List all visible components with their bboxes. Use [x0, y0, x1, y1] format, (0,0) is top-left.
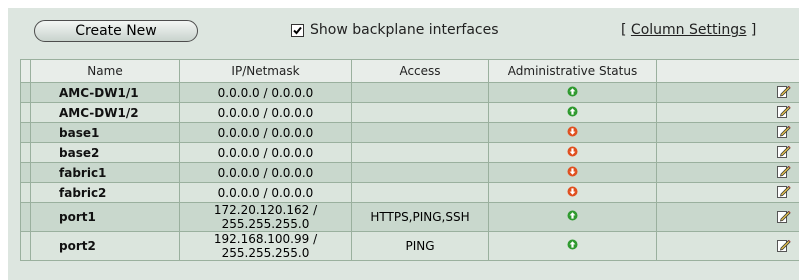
status-up-icon[interactable] [567, 86, 578, 100]
toolbar: Create New Show backplane interfaces [ C… [8, 8, 799, 50]
header-access[interactable]: Access [351, 59, 489, 83]
row-spacer-cell [20, 102, 31, 123]
column-settings: [ Column Settings ] [621, 22, 756, 38]
edit-cell [656, 202, 799, 232]
interface-name: base1 [30, 122, 180, 143]
interface-access [351, 122, 489, 143]
row-spacer-cell [20, 162, 31, 183]
interface-access [351, 102, 489, 123]
status-down-icon[interactable] [567, 166, 578, 180]
show-backplane-checkbox[interactable]: Show backplane interfaces [291, 22, 499, 38]
interface-name: base2 [30, 142, 180, 163]
admin-status-cell [488, 182, 657, 203]
admin-status-cell [488, 142, 657, 163]
edit-cell [656, 142, 799, 163]
table-row[interactable]: fabric2 0.0.0.0 / 0.0.0.0 [20, 182, 799, 203]
table-header-row: Name IP/Netmask Access Administrative St… [20, 59, 799, 83]
interface-access: PING [351, 231, 489, 261]
interface-access [351, 82, 489, 103]
interface-ip-netmask: 0.0.0.0 / 0.0.0.0 [179, 182, 352, 203]
row-spacer-cell [20, 202, 31, 232]
interface-ip-netmask: 0.0.0.0 / 0.0.0.0 [179, 102, 352, 123]
table-row[interactable]: port2 192.168.100.99 / 255.255.255.0 PIN… [20, 231, 799, 261]
row-spacer-cell [20, 142, 31, 163]
status-down-icon[interactable] [567, 146, 578, 160]
interfaces-panel: Create New Show backplane interfaces [ C… [8, 8, 799, 280]
interface-name: AMC-DW1/2 [30, 102, 180, 123]
status-up-icon[interactable] [567, 210, 578, 224]
edit-icon[interactable] [777, 164, 791, 181]
interface-access [351, 142, 489, 163]
status-up-icon[interactable] [567, 239, 578, 253]
create-new-button[interactable]: Create New [34, 20, 198, 42]
status-down-icon[interactable] [567, 186, 578, 200]
interface-ip-netmask: 0.0.0.0 / 0.0.0.0 [179, 162, 352, 183]
row-spacer-cell [20, 82, 31, 103]
interface-ip-netmask: 0.0.0.0 / 0.0.0.0 [179, 82, 352, 103]
edit-icon[interactable] [777, 238, 791, 255]
interfaces-table-wrap: Name IP/Netmask Access Administrative St… [20, 59, 799, 261]
edit-cell [656, 182, 799, 203]
edit-cell [656, 82, 799, 103]
interface-name: fabric2 [30, 182, 180, 203]
header-name[interactable]: Name [30, 59, 180, 83]
status-down-icon[interactable] [567, 126, 578, 140]
admin-status-cell [488, 202, 657, 232]
interface-name: AMC-DW1/1 [30, 82, 180, 103]
edit-icon[interactable] [777, 84, 791, 101]
edit-icon[interactable] [777, 104, 791, 121]
interface-name: port1 [30, 202, 180, 232]
column-settings-open-bracket: [ [621, 22, 631, 38]
admin-status-cell [488, 102, 657, 123]
interface-access: HTTPS,PING,SSH [351, 202, 489, 232]
interface-name: port2 [30, 231, 180, 261]
interface-ip-netmask: 0.0.0.0 / 0.0.0.0 [179, 142, 352, 163]
table-row[interactable]: AMC-DW1/1 0.0.0.0 / 0.0.0.0 [20, 82, 799, 103]
header-ip-netmask[interactable]: IP/Netmask [179, 59, 352, 83]
interface-ip-netmask: 192.168.100.99 / 255.255.255.0 [179, 231, 352, 261]
interfaces-table: Name IP/Netmask Access Administrative St… [20, 59, 799, 261]
interface-access [351, 162, 489, 183]
show-backplane-label: Show backplane interfaces [310, 22, 499, 38]
column-settings-link[interactable]: Column Settings [631, 22, 747, 38]
interface-access [351, 182, 489, 203]
interface-ip-netmask: 172.20.120.162 / 255.255.255.0 [179, 202, 352, 232]
edit-icon[interactable] [777, 209, 791, 226]
admin-status-cell [488, 122, 657, 143]
interface-ip-netmask: 0.0.0.0 / 0.0.0.0 [179, 122, 352, 143]
status-up-icon[interactable] [567, 106, 578, 120]
table-row[interactable]: AMC-DW1/2 0.0.0.0 / 0.0.0.0 [20, 102, 799, 123]
edit-cell [656, 102, 799, 123]
edit-cell [656, 162, 799, 183]
row-spacer-cell [20, 231, 31, 261]
checkbox-checked-icon[interactable] [291, 23, 304, 37]
edit-cell [656, 122, 799, 143]
admin-status-cell [488, 231, 657, 261]
table-row[interactable]: port1 172.20.120.162 / 255.255.255.0 HTT… [20, 202, 799, 232]
table-row[interactable]: base1 0.0.0.0 / 0.0.0.0 [20, 122, 799, 143]
edit-cell [656, 231, 799, 261]
header-spacer [20, 59, 31, 83]
edit-icon[interactable] [777, 124, 791, 141]
interface-name: fabric1 [30, 162, 180, 183]
admin-status-cell [488, 162, 657, 183]
header-admin-status[interactable]: Administrative Status [488, 59, 657, 83]
edit-icon[interactable] [777, 184, 791, 201]
table-row[interactable]: base2 0.0.0.0 / 0.0.0.0 [20, 142, 799, 163]
row-spacer-cell [20, 182, 31, 203]
column-settings-close-bracket: ] [746, 22, 757, 38]
table-body: AMC-DW1/1 0.0.0.0 / 0.0.0.0 AMC-DW1/2 0.… [20, 82, 799, 261]
row-spacer-cell [20, 122, 31, 143]
header-actions [656, 59, 799, 83]
admin-status-cell [488, 82, 657, 103]
table-row[interactable]: fabric1 0.0.0.0 / 0.0.0.0 [20, 162, 799, 183]
edit-icon[interactable] [777, 144, 791, 161]
